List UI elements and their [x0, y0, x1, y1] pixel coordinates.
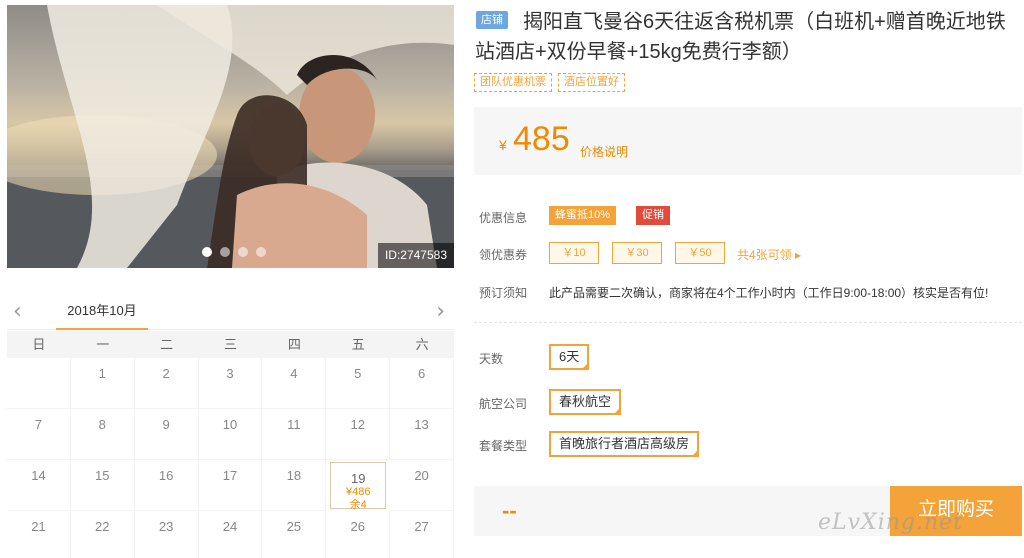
weekday-label: 二: [160, 337, 174, 352]
calendar-day[interactable]: 13: [390, 409, 454, 460]
calendar-day[interactable]: 26: [326, 511, 391, 558]
calendar-day-price: ¥486: [345, 486, 371, 498]
weekday-label: 五: [351, 337, 365, 352]
calendar-day[interactable]: 15: [70, 460, 135, 511]
total-price: --: [502, 498, 517, 523]
honey-discount-badge: 蜂蜜抵10%: [549, 206, 617, 225]
calendar-day[interactable]: 22: [71, 511, 135, 558]
calendar-day[interactable]: 16: [134, 460, 199, 511]
product-title: 揭阳直飞曼谷6天往返含税机票（白班机+赠首晚近地铁站酒店+双份早餐+15kg免费…: [475, 11, 1006, 63]
calendar-day[interactable]: 14: [7, 460, 71, 511]
airline-option-selected[interactable]: 春秋航空: [549, 389, 622, 415]
weekday-label: 四: [287, 337, 301, 352]
airline-label: 航空公司: [479, 397, 528, 411]
calendar-day-number: 19: [350, 471, 366, 486]
product-tags: 团队优惠机票 酒店位置好: [474, 73, 625, 92]
calendar-weekday-header: 日 一 二 三 四 五 六: [7, 331, 454, 358]
carousel-dots: [202, 247, 266, 257]
price-currency: ¥: [499, 137, 507, 153]
calendar-day[interactable]: 24: [199, 511, 263, 558]
calendar-day[interactable]: 3: [198, 358, 263, 409]
calendar-day[interactable]: 21: [7, 511, 71, 558]
photo-id-label: ID:2747583: [377, 243, 454, 268]
weekday-label: 六: [415, 337, 429, 352]
carousel-dot[interactable]: [220, 247, 230, 257]
calendar-day[interactable]: 8: [70, 409, 135, 460]
weekday-label: 日: [32, 337, 46, 352]
carousel-dot[interactable]: [256, 247, 266, 257]
product-tag: 酒店位置好: [558, 73, 625, 92]
section-divider: [474, 322, 1022, 323]
coupon-30[interactable]: ￥30: [612, 242, 662, 264]
calendar-day: [7, 358, 71, 409]
promo-label: 优惠信息: [479, 211, 528, 225]
days-option-selected[interactable]: 6天: [549, 344, 590, 370]
calendar-day[interactable]: 20: [390, 460, 454, 511]
price-box: ¥ 485 价格说明: [474, 107, 1022, 175]
calendar-day[interactable]: 6: [390, 358, 454, 409]
coupon-10[interactable]: ￥10: [549, 242, 599, 264]
watermark-logo: eLvXing.net: [818, 510, 964, 535]
package-option-selected[interactable]: 首晚旅行者酒店高级房: [549, 431, 700, 457]
calendar-day[interactable]: 23: [135, 511, 199, 558]
calendar-day[interactable]: 4: [262, 358, 327, 409]
coupon-label: 领优惠券: [479, 248, 528, 262]
calendar-day[interactable]: 12: [326, 409, 391, 460]
calendar-day-stock: 余4: [349, 499, 367, 511]
days-label: 天数: [479, 352, 504, 366]
product-photo[interactable]: ID:2747583: [7, 5, 454, 268]
calendar-grid: 1 2 3 4 5 6 7 8 9 10 11 12 13 14 15 16 17 18 19 ¥486 余4 20 21 2…: [7, 358, 454, 558]
price-explanation-link[interactable]: 价格说明: [580, 143, 628, 160]
calendar-day[interactable]: 11: [262, 409, 327, 460]
calendar-day[interactable]: 5: [326, 358, 391, 409]
calendar-day[interactable]: 7: [7, 409, 71, 460]
next-month-chevron-icon[interactable]: ›: [436, 299, 445, 324]
calendar-day[interactable]: 25: [262, 511, 327, 558]
weekday-label: 三: [223, 337, 237, 352]
calendar-day[interactable]: 27: [390, 511, 454, 558]
package-label: 套餐类型: [479, 439, 528, 453]
calendar-nav: ‹ 2018年10月 ›: [7, 296, 454, 330]
coupon-50[interactable]: ￥50: [675, 242, 725, 264]
notice-label: 预订须知: [479, 286, 528, 300]
weekday-label: 一: [96, 337, 110, 352]
calendar-month-tab[interactable]: 2018年10月: [56, 296, 148, 330]
prev-month-chevron-icon[interactable]: ‹: [13, 299, 22, 324]
sale-badge: 促销: [636, 206, 670, 225]
calendar-day[interactable]: 9: [134, 409, 199, 460]
carousel-dot[interactable]: [238, 247, 248, 257]
calendar-day[interactable]: 18: [262, 460, 327, 511]
calendar-day[interactable]: 17: [198, 460, 263, 511]
couple-photo-image: [7, 5, 454, 268]
product-tag: 团队优惠机票: [474, 73, 552, 92]
price-value: 485: [513, 120, 570, 158]
calendar-day[interactable]: 1: [70, 358, 135, 409]
booking-notice-text: 此产品需要二次确认，商家将在4个工作小时内（工作日9:00-18:00）核实是否…: [549, 286, 989, 300]
shop-badge: 店铺: [476, 11, 508, 29]
coupon-total-link[interactable]: 共4张可领 ▸: [737, 246, 801, 263]
calendar-day[interactable]: 10: [198, 409, 263, 460]
calendar-day[interactable]: 2: [134, 358, 199, 409]
carousel-dot[interactable]: [202, 247, 212, 257]
calendar-day-selected[interactable]: 19 ¥486 余4: [330, 462, 387, 511]
